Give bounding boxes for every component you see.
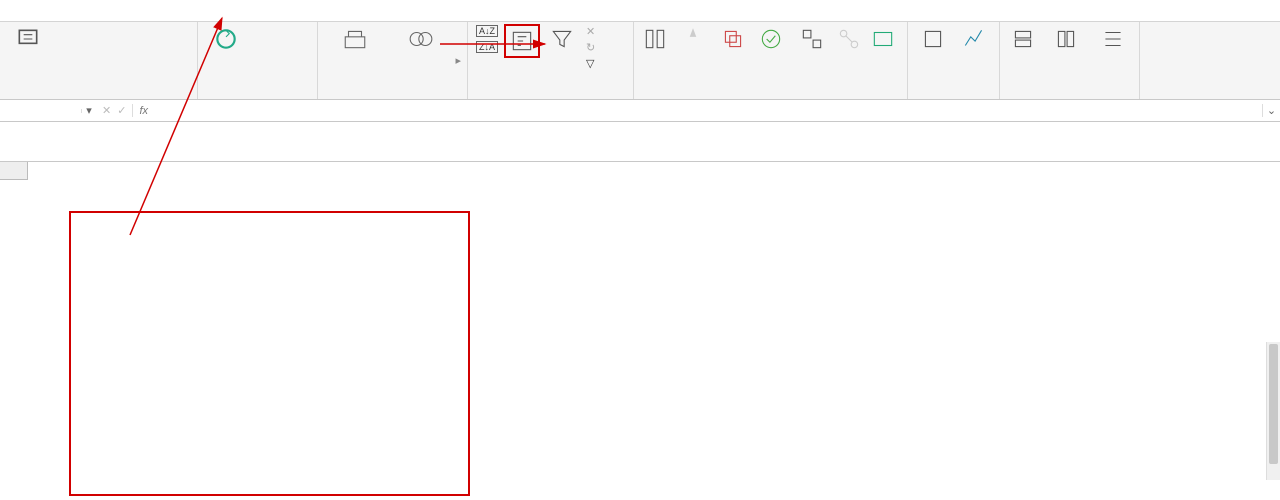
sort-asc-button[interactable]: A↓Z	[474, 24, 500, 38]
spreadsheet	[0, 162, 1280, 480]
menu-bar	[0, 0, 1280, 22]
group-label	[914, 97, 993, 98]
forecast-button[interactable]	[956, 24, 994, 54]
filter-button[interactable]	[544, 24, 580, 54]
what-if-button[interactable]	[914, 24, 952, 54]
ungroup-button[interactable]	[1043, 24, 1088, 54]
advanced-filter-button[interactable]: ▽	[584, 56, 600, 71]
consolidate-button[interactable]	[793, 24, 832, 54]
formula-input[interactable]	[154, 109, 1262, 113]
stock-type-button[interactable]	[324, 24, 386, 54]
clear-filter-button: ✕	[584, 24, 600, 39]
vertical-scrollbar[interactable]	[1266, 342, 1280, 480]
formula-expand-button[interactable]: ⌄	[1262, 104, 1280, 117]
select-all-corner[interactable]	[0, 162, 28, 180]
get-data-button[interactable]	[6, 24, 50, 54]
reapply-button: ↻	[584, 40, 600, 55]
ribbon: ▸ A↓Z Z↓A ✕ ↻ ▽	[0, 22, 1280, 100]
name-box-dropdown[interactable]: ▾	[82, 104, 96, 117]
name-box[interactable]	[0, 109, 82, 113]
currency-type-button[interactable]	[390, 24, 452, 54]
data-model-button[interactable]	[866, 24, 901, 54]
flash-fill-button	[674, 24, 713, 54]
scrollbar-thumb[interactable]	[1269, 344, 1278, 464]
sort-desc-button[interactable]: Z↓A	[474, 40, 500, 54]
group-label	[1006, 97, 1133, 98]
refresh-all-button[interactable]	[204, 24, 248, 54]
group-button[interactable]	[1006, 24, 1039, 54]
group-label	[474, 97, 627, 98]
confirm-icon[interactable]: ✓	[117, 104, 126, 117]
group-label	[204, 97, 311, 98]
remove-duplicates-button[interactable]	[716, 24, 749, 54]
group-label	[6, 97, 191, 98]
sort-button[interactable]	[504, 24, 540, 58]
cancel-icon[interactable]: ✕	[102, 104, 111, 117]
formula-bar: ▾ ✕ ✓ fx ⌄	[0, 100, 1280, 122]
relationships-button	[836, 24, 862, 54]
text-to-columns-button[interactable]	[640, 24, 670, 54]
blank-area	[0, 122, 1280, 162]
subtotal-button[interactable]	[1092, 24, 1133, 54]
group-label	[324, 97, 461, 98]
fx-icon[interactable]: fx	[133, 105, 154, 117]
group-label	[640, 97, 901, 98]
data-validation-button[interactable]	[754, 24, 789, 54]
